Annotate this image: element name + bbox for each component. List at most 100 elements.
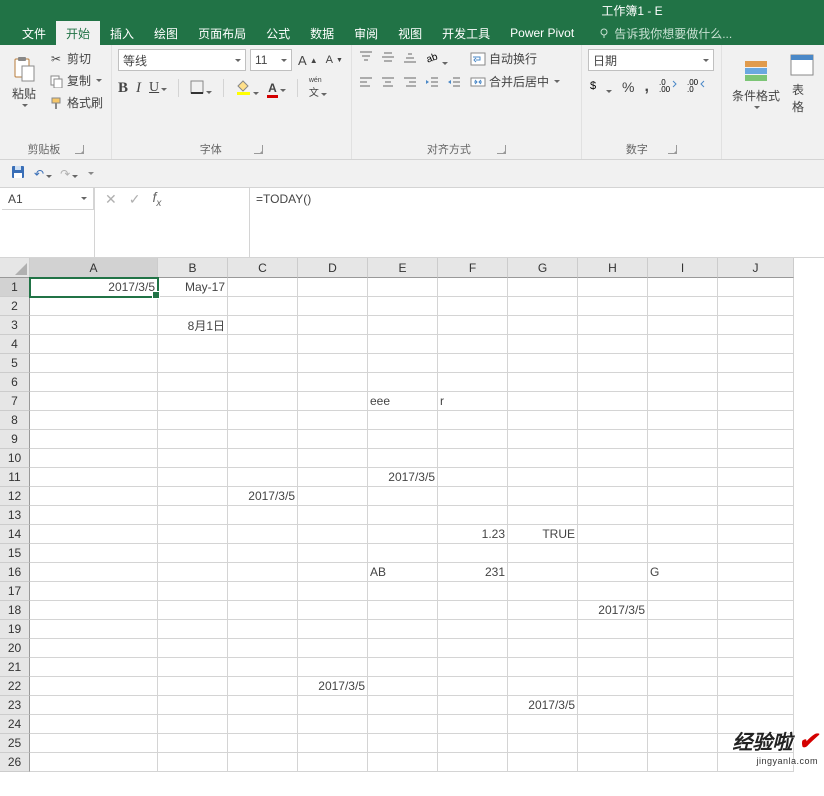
cell[interactable] (438, 658, 508, 677)
cell[interactable] (228, 601, 298, 620)
align-center-button[interactable] (380, 74, 396, 93)
cell[interactable] (158, 468, 228, 487)
cell[interactable] (578, 449, 648, 468)
increase-font-button[interactable]: A▲ (296, 52, 320, 69)
cell[interactable] (158, 525, 228, 544)
tab-powerpivot[interactable]: Power Pivot (500, 22, 584, 44)
cell[interactable] (508, 392, 578, 411)
cell[interactable] (30, 316, 158, 335)
cell[interactable] (228, 449, 298, 468)
column-header[interactable]: B (158, 258, 228, 278)
row-header[interactable]: 1 (0, 278, 30, 297)
cell[interactable] (368, 373, 438, 392)
comma-button[interactable]: , (644, 78, 648, 96)
row-header[interactable]: 8 (0, 411, 30, 430)
cell[interactable] (158, 430, 228, 449)
cell[interactable] (438, 601, 508, 620)
cell[interactable] (648, 734, 718, 753)
cell[interactable] (578, 639, 648, 658)
column-header[interactable]: C (228, 258, 298, 278)
align-right-button[interactable] (402, 74, 418, 93)
cell[interactable] (508, 582, 578, 601)
cell[interactable] (368, 734, 438, 753)
cell[interactable] (718, 468, 794, 487)
cell[interactable] (30, 430, 158, 449)
cell[interactable] (368, 411, 438, 430)
cell[interactable] (508, 297, 578, 316)
row-header[interactable]: 12 (0, 487, 30, 506)
decrease-decimal-button[interactable]: .00.0 (687, 78, 705, 95)
accounting-format-button[interactable]: $ (588, 77, 612, 96)
row-header[interactable]: 4 (0, 335, 30, 354)
cell[interactable] (298, 316, 368, 335)
cell[interactable] (508, 335, 578, 354)
cell[interactable]: May-17 (158, 278, 228, 297)
cell[interactable] (298, 411, 368, 430)
cell[interactable] (158, 620, 228, 639)
percent-button[interactable]: % (622, 79, 634, 95)
row-header[interactable]: 18 (0, 601, 30, 620)
cell[interactable] (508, 620, 578, 639)
cell[interactable] (368, 696, 438, 715)
cell[interactable]: 2017/3/5 (368, 468, 438, 487)
increase-decimal-button[interactable]: .0.00 (659, 78, 677, 95)
cell[interactable] (508, 563, 578, 582)
cell[interactable] (298, 449, 368, 468)
cell[interactable] (368, 297, 438, 316)
row-header[interactable]: 26 (0, 753, 30, 772)
cell[interactable] (718, 449, 794, 468)
cell[interactable] (228, 677, 298, 696)
cell[interactable] (578, 392, 648, 411)
column-header[interactable]: E (368, 258, 438, 278)
cell[interactable] (648, 468, 718, 487)
cell[interactable] (368, 525, 438, 544)
cell[interactable] (718, 278, 794, 297)
cell[interactable] (438, 411, 508, 430)
cell[interactable] (298, 297, 368, 316)
cell[interactable] (30, 734, 158, 753)
cell[interactable] (508, 449, 578, 468)
cell[interactable] (30, 506, 158, 525)
cell[interactable] (298, 278, 368, 297)
cell[interactable] (298, 715, 368, 734)
cell[interactable] (228, 354, 298, 373)
cell[interactable] (368, 620, 438, 639)
column-header[interactable]: J (718, 258, 794, 278)
cell[interactable] (648, 297, 718, 316)
dialog-launcher-icon[interactable] (668, 145, 677, 154)
row-header[interactable]: 15 (0, 544, 30, 563)
cell[interactable] (648, 449, 718, 468)
cell[interactable] (648, 544, 718, 563)
cell[interactable] (30, 297, 158, 316)
cell[interactable] (508, 506, 578, 525)
cell[interactable] (228, 734, 298, 753)
row-header[interactable]: 16 (0, 563, 30, 582)
cell[interactable] (368, 677, 438, 696)
font-name-select[interactable]: 等线 (118, 49, 246, 71)
format-table-button[interactable]: 表格 (788, 49, 816, 117)
cell[interactable] (228, 715, 298, 734)
row-header[interactable]: 5 (0, 354, 30, 373)
cell[interactable] (718, 392, 794, 411)
cell[interactable] (508, 487, 578, 506)
format-painter-button[interactable]: 格式刷 (46, 93, 105, 112)
cell[interactable] (158, 753, 228, 772)
cell[interactable] (648, 430, 718, 449)
cell[interactable] (718, 601, 794, 620)
cell[interactable]: 2017/3/5 (578, 601, 648, 620)
cell[interactable] (718, 620, 794, 639)
redo-button[interactable]: ↷ (60, 167, 78, 181)
fill-color-button[interactable] (235, 79, 259, 98)
cell[interactable] (30, 487, 158, 506)
phonetic-button[interactable]: wén文 (309, 77, 327, 99)
column-header[interactable]: H (578, 258, 648, 278)
cell[interactable] (30, 354, 158, 373)
cell[interactable] (298, 601, 368, 620)
cell[interactable] (228, 392, 298, 411)
cell[interactable] (158, 639, 228, 658)
cell[interactable] (228, 525, 298, 544)
cell[interactable] (298, 734, 368, 753)
cell[interactable] (508, 373, 578, 392)
row-header[interactable]: 23 (0, 696, 30, 715)
cell[interactable] (368, 601, 438, 620)
